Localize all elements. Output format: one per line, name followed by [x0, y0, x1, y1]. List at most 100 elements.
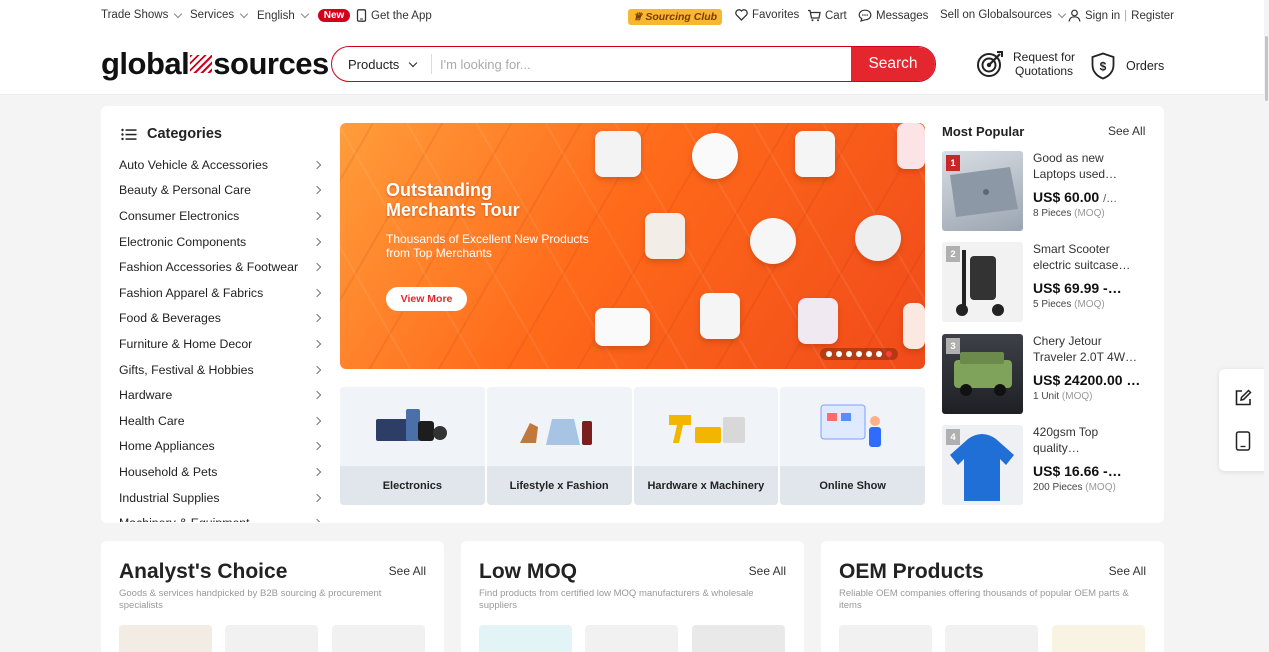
- messages-link[interactable]: Messages: [858, 9, 928, 22]
- product-price: US$ 16.66 -…: [1033, 463, 1122, 479]
- category-item[interactable]: Fashion Apparel & Fabrics: [119, 280, 324, 306]
- header: global sources Products Search Request f…: [0, 32, 1269, 95]
- product-helmet-image: [903, 303, 925, 349]
- product-dress-image: [897, 123, 925, 169]
- battery-thumbnail[interactable]: [585, 625, 678, 652]
- shield-dollar-icon: $: [1090, 52, 1116, 80]
- mobile-device-icon[interactable]: [1235, 431, 1251, 451]
- chevron-right-icon: [312, 186, 322, 195]
- product-dispenser-image: [795, 131, 835, 177]
- services-label: Services: [190, 9, 235, 21]
- chevron-right-icon: [312, 493, 322, 502]
- banner-subtitle-line1: Thousands of Excellent New Products: [386, 232, 589, 246]
- scrollbar-thumb[interactable]: [1265, 36, 1268, 101]
- popular-item[interactable]: 1 Good as new Laptops used… US$ 60.00 /……: [942, 151, 1147, 231]
- carousel-dot[interactable]: [836, 351, 842, 357]
- product-robot-vacuum-image: [750, 218, 796, 264]
- rfq-link[interactable]: Request for Quotations: [975, 49, 1075, 79]
- globalsources-logo[interactable]: global sources: [101, 46, 329, 82]
- carousel-dot[interactable]: [866, 351, 872, 357]
- sourcing-club-link[interactable]: ♕ Sourcing Club: [628, 9, 723, 25]
- search-scope-select[interactable]: Products: [332, 54, 432, 74]
- view-more-button[interactable]: View More: [386, 287, 467, 311]
- tile-hardware-machinery[interactable]: Hardware x Machinery: [633, 387, 779, 505]
- category-item[interactable]: Machinery & Equipment: [119, 510, 324, 522]
- category-item[interactable]: Food & Beverages: [119, 306, 324, 332]
- rank-badge: 4: [946, 429, 960, 445]
- category-item[interactable]: Industrial Supplies: [119, 485, 324, 511]
- most-popular-see-all-link[interactable]: See All: [1108, 124, 1145, 138]
- tile-online-show[interactable]: Online Show: [780, 387, 925, 505]
- orders-link[interactable]: $ Orders: [1090, 52, 1164, 80]
- category-item[interactable]: Beauty & Personal Care: [119, 178, 324, 204]
- carousel-dot[interactable]: [886, 351, 892, 357]
- carousel-dot[interactable]: [876, 351, 882, 357]
- moq-label: (MOQ): [1074, 208, 1105, 219]
- card-see-all-link[interactable]: See All: [389, 564, 426, 578]
- chevron-down-icon: [409, 58, 418, 67]
- page-scrollbar[interactable]: [1264, 0, 1269, 652]
- category-item[interactable]: Hardware: [119, 382, 324, 408]
- get-app-label: Get the App: [371, 9, 432, 22]
- banner-title-line1: Outstanding: [386, 180, 492, 200]
- phone-icon: [356, 9, 367, 22]
- low-moq-card: Low MOQ See All Find products from certi…: [461, 541, 804, 652]
- cat-toy-thumbnail[interactable]: [119, 625, 212, 652]
- category-item[interactable]: Auto Vehicle & Accessories: [119, 152, 324, 178]
- smartwatch-thumbnail[interactable]: [839, 625, 932, 652]
- category-label: Industrial Supplies: [119, 490, 220, 505]
- search-input[interactable]: [432, 47, 851, 81]
- categories-title: Categories: [147, 126, 222, 142]
- tile-label: Hardware x Machinery: [633, 466, 779, 505]
- messages-label: Messages: [876, 9, 929, 22]
- price-value: US$ 60.00: [1033, 189, 1100, 205]
- chevron-down-icon: [1057, 9, 1067, 18]
- carousel-dot[interactable]: [826, 351, 832, 357]
- card-see-all-link[interactable]: See All: [749, 564, 786, 578]
- category-item[interactable]: Gifts, Festival & Hobbies: [119, 357, 324, 383]
- search-button[interactable]: Search: [851, 47, 935, 81]
- popular-item[interactable]: 4 420gsm Top quality… US$ 16.66 -… 200 P…: [942, 425, 1147, 505]
- card-see-all-link[interactable]: See All: [1109, 564, 1146, 578]
- product-name: Chery Jetour Traveler 2.0T 4W…: [1033, 334, 1138, 364]
- category-item[interactable]: Home Appliances: [119, 434, 324, 460]
- product-moq: 1 Unit (MOQ): [1033, 391, 1092, 402]
- category-item[interactable]: Health Care: [119, 408, 324, 434]
- sign-in-link[interactable]: Sign in: [1085, 10, 1120, 22]
- edit-icon[interactable]: [1234, 389, 1252, 407]
- trade-shows-label: Trade Shows: [101, 9, 169, 21]
- top-bar: Trade Shows Services English New Get the…: [0, 0, 1269, 32]
- register-link[interactable]: Register: [1131, 10, 1174, 22]
- cart-link[interactable]: Cart: [807, 9, 847, 22]
- popular-item[interactable]: 3 Chery Jetour Traveler 2.0T 4W… US$ 242…: [942, 334, 1147, 414]
- most-popular-title: Most Popular: [942, 124, 1025, 139]
- product-earbuds-image: [692, 133, 738, 179]
- cable-thumbnail[interactable]: [332, 625, 425, 652]
- services-menu[interactable]: Services: [190, 9, 249, 21]
- trade-shows-menu[interactable]: Trade Shows: [101, 9, 183, 21]
- favorites-link[interactable]: Favorites: [735, 9, 799, 21]
- tile-lifestyle-fashion[interactable]: Lifestyle x Fashion: [486, 387, 632, 505]
- scooter-thumbnail[interactable]: [225, 625, 318, 652]
- tile-electronics[interactable]: Electronics: [340, 387, 485, 505]
- solar-panel-thumbnail[interactable]: [692, 625, 785, 652]
- perfume-thumbnail[interactable]: [1052, 625, 1145, 652]
- sell-menu[interactable]: Sell on Globalsources: [940, 9, 1067, 21]
- rank-badge: 1: [946, 155, 960, 171]
- language-menu[interactable]: English New: [257, 9, 351, 22]
- category-label: Household & Pets: [119, 464, 218, 479]
- cup-thumbnail[interactable]: [479, 625, 572, 652]
- category-item[interactable]: Furniture & Home Decor: [119, 331, 324, 357]
- carousel-dot[interactable]: [846, 351, 852, 357]
- carousel-dot[interactable]: [856, 351, 862, 357]
- get-app-link[interactable]: Get the App: [356, 9, 432, 22]
- smartwatch-thumbnail[interactable]: [945, 625, 1038, 652]
- category-label: Health Care: [119, 413, 185, 428]
- promo-banner[interactable]: Outstanding Merchants Tour Thousands of …: [340, 123, 925, 369]
- popular-item[interactable]: 2 Smart Scooter electric suitcase… US$ 6…: [942, 242, 1147, 322]
- category-item[interactable]: Household & Pets: [119, 459, 324, 485]
- category-list: Auto Vehicle & Accessories Beauty & Perso…: [119, 152, 324, 522]
- category-item[interactable]: Consumer Electronics: [119, 203, 324, 229]
- category-item[interactable]: Fashion Accessories & Footwear: [119, 254, 324, 280]
- category-item[interactable]: Electronic Components: [119, 229, 324, 255]
